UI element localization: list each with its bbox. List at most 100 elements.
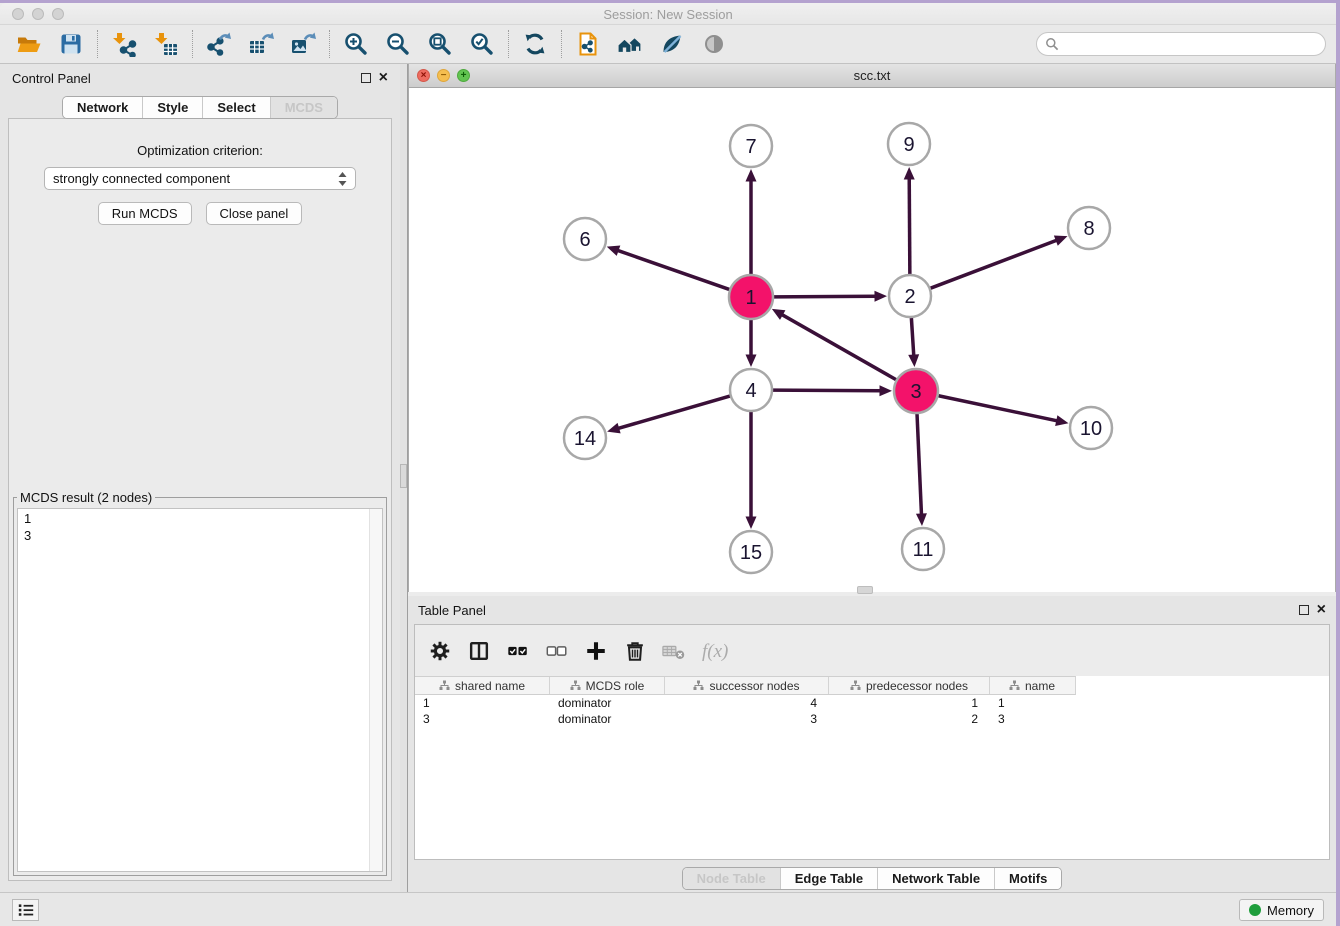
graph-edge-3-10[interactable] bbox=[939, 396, 1069, 426]
graph-edge-2-3[interactable] bbox=[908, 318, 919, 367]
graph-edge-3-11[interactable] bbox=[916, 414, 927, 526]
create-column-button[interactable] bbox=[583, 638, 609, 664]
tab-style[interactable]: Style bbox=[142, 97, 202, 118]
table-cell: dominator bbox=[550, 712, 665, 726]
zoom-selected-button[interactable] bbox=[461, 27, 503, 61]
network-window-titlebar[interactable]: × − + scc.txt bbox=[409, 64, 1335, 88]
import-table-button[interactable] bbox=[145, 27, 187, 61]
visibility-button[interactable] bbox=[693, 27, 735, 61]
graph-node-8[interactable]: 8 bbox=[1068, 207, 1110, 249]
import-network-button[interactable] bbox=[103, 27, 145, 61]
graph-node-14[interactable]: 14 bbox=[564, 417, 606, 459]
network-file-button[interactable] bbox=[567, 27, 609, 61]
graph-node-6[interactable]: 6 bbox=[564, 218, 606, 260]
graph-edge-4-14[interactable] bbox=[607, 396, 730, 433]
splitter-handle[interactable] bbox=[400, 464, 407, 488]
graph-node-9[interactable]: 9 bbox=[888, 123, 930, 165]
zoom-in-button[interactable] bbox=[335, 27, 377, 61]
table-row[interactable]: 3dominator323 bbox=[415, 711, 1076, 727]
graph-node-15[interactable]: 15 bbox=[730, 531, 772, 573]
graph-edge-1-4[interactable] bbox=[746, 320, 757, 367]
save-session-button[interactable] bbox=[50, 27, 92, 61]
column-header-predecessor-nodes[interactable]: predecessor nodes bbox=[829, 677, 990, 694]
trash-icon bbox=[623, 639, 647, 663]
checked-boxes-icon bbox=[506, 639, 530, 663]
unchecked-boxes-icon bbox=[545, 639, 569, 663]
tab-mcds[interactable]: MCDS bbox=[270, 97, 337, 118]
network-maximize-button[interactable]: + bbox=[457, 69, 470, 82]
select-all-columns-button[interactable] bbox=[505, 638, 531, 664]
result-scrollbar[interactable] bbox=[369, 509, 382, 871]
node-label: 11 bbox=[913, 539, 934, 561]
export-image-button[interactable] bbox=[282, 27, 324, 61]
graph-edge-2-8[interactable] bbox=[931, 235, 1068, 288]
graph-node-4[interactable]: 4 bbox=[730, 369, 772, 411]
search-input[interactable] bbox=[1065, 36, 1317, 53]
graph-node-3[interactable]: 3 bbox=[894, 369, 938, 413]
tab-node-table[interactable]: Node Table bbox=[683, 868, 780, 889]
control-panel-title: Control Panel bbox=[12, 71, 353, 86]
home-networks-button[interactable] bbox=[609, 27, 651, 61]
open-session-button[interactable] bbox=[8, 27, 50, 61]
zoom-fit-button[interactable] bbox=[419, 27, 461, 61]
mcds-result-title: MCDS result (2 nodes) bbox=[17, 490, 155, 505]
graph-node-10[interactable]: 10 bbox=[1070, 407, 1112, 449]
task-history-button[interactable] bbox=[12, 899, 39, 921]
attribute-type-icon bbox=[570, 680, 581, 691]
horizontal-splitter-handle[interactable] bbox=[857, 586, 873, 594]
tab-motifs[interactable]: Motifs bbox=[994, 868, 1061, 889]
zoom-out-button[interactable] bbox=[377, 27, 419, 61]
tab-select[interactable]: Select bbox=[202, 97, 269, 118]
graph-edge-4-3[interactable] bbox=[773, 385, 892, 396]
table-row[interactable]: 1dominator411 bbox=[415, 695, 1076, 711]
table-close-icon[interactable]: × bbox=[1317, 604, 1326, 616]
control-panel-tabs: NetworkStyleSelectMCDS bbox=[0, 96, 400, 119]
close-panel-icon[interactable]: × bbox=[379, 72, 388, 84]
graph-edge-1-2[interactable] bbox=[774, 291, 887, 302]
graph-edge-2-9[interactable] bbox=[904, 167, 915, 274]
toolbar-separator bbox=[508, 30, 509, 58]
tab-edge-table[interactable]: Edge Table bbox=[780, 868, 877, 889]
export-network-button[interactable] bbox=[198, 27, 240, 61]
export-table-button[interactable] bbox=[240, 27, 282, 61]
column-header-MCDS-role[interactable]: MCDS role bbox=[550, 677, 665, 694]
toggle-column-panel-button[interactable] bbox=[466, 638, 492, 664]
column-label: name bbox=[1025, 679, 1055, 693]
graph-edge-1-7[interactable] bbox=[746, 169, 757, 274]
table-float-icon[interactable] bbox=[1299, 605, 1309, 615]
desktop-background-top bbox=[0, 0, 1340, 3]
network-minimize-button[interactable]: − bbox=[437, 69, 450, 82]
memory-button[interactable]: Memory bbox=[1239, 899, 1324, 921]
graph-node-1[interactable]: 1 bbox=[729, 275, 773, 319]
annotation-button[interactable] bbox=[651, 27, 693, 61]
close-panel-button[interactable]: Close panel bbox=[206, 202, 303, 225]
tab-network-table[interactable]: Network Table bbox=[877, 868, 994, 889]
graph-node-7[interactable]: 7 bbox=[730, 125, 772, 167]
apply-layout-button[interactable] bbox=[514, 27, 556, 61]
column-header-shared-name[interactable]: shared name bbox=[415, 677, 550, 694]
criterion-value: strongly connected component bbox=[53, 171, 338, 186]
tab-network[interactable]: Network bbox=[63, 97, 142, 118]
deselect-all-columns-button[interactable] bbox=[544, 638, 570, 664]
column-header-successor-nodes[interactable]: successor nodes bbox=[665, 677, 829, 694]
delete-column-button[interactable] bbox=[622, 638, 648, 664]
network-canvas[interactable]: 7 9 6 8 1 2 4 3 14 10 15 11 bbox=[409, 88, 1335, 592]
criterion-dropdown[interactable]: strongly connected component bbox=[44, 167, 356, 190]
graph-node-11[interactable]: 11 bbox=[902, 528, 944, 570]
mcds-result-area[interactable]: 1 3 bbox=[17, 508, 383, 872]
attribute-type-icon bbox=[693, 680, 704, 691]
float-panel-icon[interactable] bbox=[361, 73, 371, 83]
graph-edge-1-6[interactable] bbox=[607, 246, 730, 290]
vertical-splitter[interactable] bbox=[400, 64, 408, 892]
run-mcds-button[interactable]: Run MCDS bbox=[98, 202, 192, 225]
graph-edge-3-1[interactable] bbox=[772, 309, 896, 380]
column-header-name[interactable]: name bbox=[990, 677, 1074, 694]
import-table-icon bbox=[153, 31, 179, 57]
graph-edge-4-15[interactable] bbox=[746, 412, 757, 529]
network-close-button[interactable]: × bbox=[417, 69, 430, 82]
graph-node-2[interactable]: 2 bbox=[889, 275, 931, 317]
table-settings-button[interactable] bbox=[427, 638, 453, 664]
fx-icon: f(x) bbox=[700, 639, 736, 663]
network-file-icon bbox=[575, 31, 601, 57]
search-box[interactable] bbox=[1036, 32, 1326, 56]
